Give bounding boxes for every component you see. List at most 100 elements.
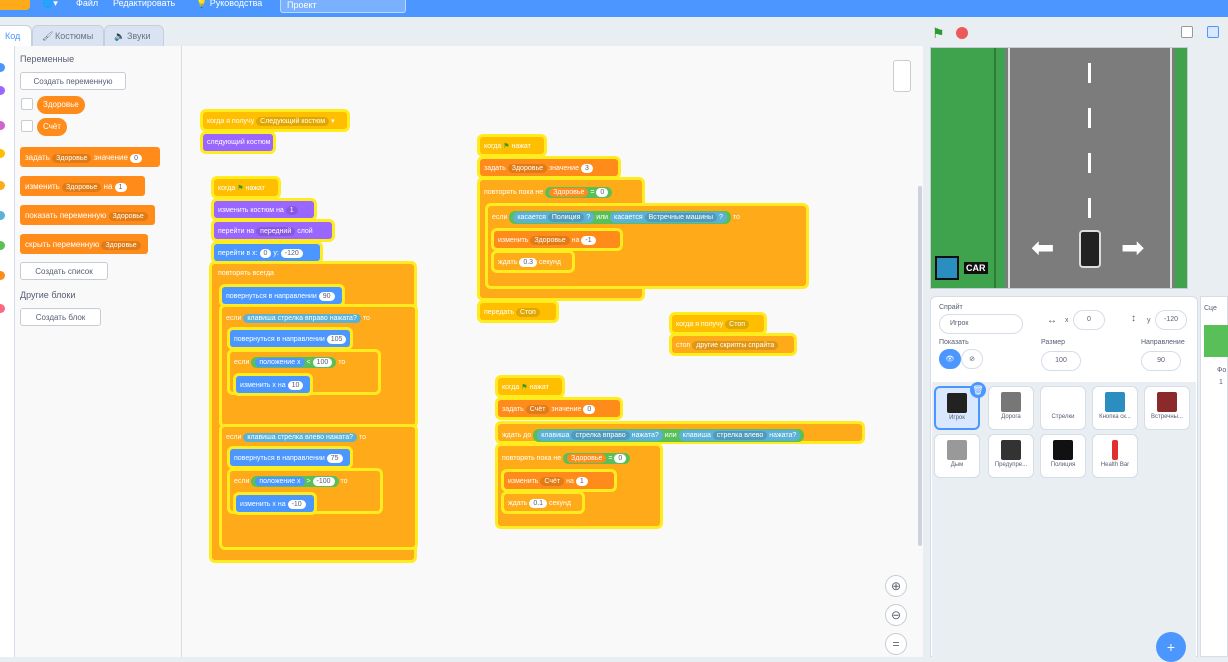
x-input[interactable]: 0 [1073,310,1105,330]
add-sprite-button[interactable]: + [1156,632,1186,662]
hat-when-flag-clicked[interactable]: когда ⚑ нажат [214,179,278,196]
category-my-blocks[interactable] [0,304,5,313]
category-control[interactable] [0,181,5,190]
category-motion[interactable] [0,63,5,72]
category-operators[interactable] [0,241,5,250]
block-set-score[interactable]: задать Счёт значение 0 [498,400,620,417]
car-logo: CAR [964,262,988,274]
lane-dash [1088,63,1091,83]
tab-code[interactable]: Код [0,25,32,47]
block-change-variable[interactable]: изменить Здоровье на 1 [20,176,145,196]
block-go-to-xy[interactable]: перейти в x: 0 y: -120 [214,244,320,261]
var-health-reporter[interactable]: Здоровье [37,96,85,114]
block-stop-other-scripts[interactable]: стоп другие скрипты спрайта [672,336,794,353]
sprite-thumb-smoke[interactable]: Дым [934,434,980,478]
category-sensing[interactable] [0,211,5,220]
block-next-costume[interactable]: следующий костюм [203,134,273,151]
hat-when-flag-clicked-3[interactable]: когда ⚑ нажат [498,378,562,395]
y-input[interactable]: -120 [1155,310,1187,330]
block-change-health[interactable]: изменить Здоровье на -1 [494,231,620,248]
block-set-variable[interactable]: задать Здоровье значение 0 [20,147,160,167]
zoom-out-button[interactable]: ⊖ [885,604,907,626]
category-sound[interactable] [0,121,5,130]
make-variable-button[interactable]: Создать переменную [20,72,126,90]
direction-input[interactable]: 90 [1141,351,1181,371]
var-score-reporter[interactable]: Счёт [37,118,67,136]
sprite-thumb-arrows[interactable]: Стрелки [1040,386,1086,430]
backdrop-thumbnail[interactable] [1204,325,1228,357]
hat-when-receive[interactable]: когда я получу Следующий костюм ▾ [203,112,347,129]
small-stage-icon[interactable] [1181,26,1193,38]
category-looks[interactable] [0,86,5,95]
block-switch-costume[interactable]: изменить костюм на 1 [214,201,314,218]
category-menu [0,46,15,657]
make-block-button[interactable]: Создать блок [20,308,101,326]
block-show-variable[interactable]: показать переменную Здоровье [20,205,155,225]
green-flag-icon[interactable]: ⚑ [932,25,948,41]
stage-label: Сце [1204,305,1217,312]
y-arrows-icon: ↕ [1131,313,1136,324]
block-set-health[interactable]: задать Здоровье значение 3 [480,159,618,176]
block-wait-until[interactable]: ждать до клавиша стрелка вправо нажата? … [498,424,862,442]
globe-icon[interactable]: 🌐▾ [42,0,58,9]
show-hidden-button[interactable]: ⊘ [961,349,983,369]
var-checkbox-score[interactable] [21,120,33,132]
scratch-logo[interactable] [0,0,30,10]
stage-panel: Сце Фо 1 [1200,296,1228,657]
block-wait-01[interactable]: ждать 0.1 секунд [504,494,582,511]
show-label: Показать [939,339,969,346]
block-hide-variable[interactable]: скрыть переменную Здоровье [20,234,148,254]
speaker-icon: 🔈 [114,31,126,41]
zoom-reset-button[interactable]: = [885,633,907,655]
trash-icon[interactable]: 🗑 [970,382,986,398]
menu-tutorials[interactable]: 💡 Руководства [196,0,262,9]
speed-button[interactable] [935,256,959,280]
block-change-score[interactable]: изменить Счёт на 1 [504,472,614,489]
sprite-thumb-oncoming[interactable]: Встречны... [1144,386,1190,430]
block-point-direction-3[interactable]: повернуться в направлении 75 [230,449,350,466]
hat-when-flag-clicked-2[interactable]: когда ⚑ нажат [480,137,544,154]
left-arrow-icon[interactable]: ⬅ [1031,234,1054,262]
block-change-x-2[interactable]: изменить x на -10 [236,495,314,512]
tab-sounds[interactable]: 🔈 Звуки [104,25,164,47]
lane-dash [1088,153,1091,173]
category-events[interactable] [0,149,5,158]
menu-edit[interactable]: Редактировать [113,0,175,8]
show-visible-button[interactable]: 👁 [939,349,961,369]
x-label: x [1065,317,1069,324]
menu-bar: 🌐▾ Файл Редактировать 💡 Руководства Прое… [0,0,1228,17]
large-stage-icon[interactable] [1207,26,1219,38]
tab-costumes[interactable]: 🖌 Костюмы [32,25,104,47]
block-wait-03[interactable]: ждать 0.3 секунд [494,253,572,270]
stop-icon[interactable] [956,27,968,39]
menu-file[interactable]: Файл [76,0,98,8]
block-point-direction-2[interactable]: повернуться в направлении 105 [230,330,350,347]
right-arrow-icon[interactable]: ➡ [1121,234,1144,262]
block-change-x-1[interactable]: изменить x на 10 [236,376,310,393]
stage-canvas[interactable]: ⬅ ➡ CAR [930,47,1188,289]
block-go-to-layer[interactable]: перейти на передний слой [214,222,332,239]
size-input[interactable]: 100 [1041,351,1081,371]
make-list-button[interactable]: Создать список [20,262,108,280]
label-forever: повторять всегда [214,265,288,282]
var-checkbox-health[interactable] [21,98,33,110]
sprite-thumb-warning[interactable]: Предупре... [988,434,1034,478]
block-point-direction-1[interactable]: повернуться в направлении 90 [222,287,342,304]
zoom-in-button[interactable]: ⊕ [885,575,907,597]
project-title-input[interactable]: Проект [280,0,406,13]
sprite-thumb-police[interactable]: Полиция [1040,434,1086,478]
x-arrows-icon: ↔ [1047,315,1057,326]
hat-when-receive-stop[interactable]: когда я получу Стоп [672,315,764,332]
sprite-thumb-road[interactable]: Дорога [988,386,1034,430]
workspace-scrollbar[interactable] [918,186,922,546]
category-variables[interactable] [0,271,5,280]
lane-dash [1088,198,1091,218]
sprite-thumb-speed-button[interactable]: Кнопка ск... [1092,386,1138,430]
player-car [1079,230,1101,268]
y-label: y [1147,317,1151,324]
backdrops-count: 1 [1219,379,1223,386]
block-broadcast-stop[interactable]: передать Стоп [480,303,556,320]
sprite-name-input[interactable]: Игрок [939,314,1023,334]
sprite-thumb-health-bar[interactable]: Health Bar [1092,434,1138,478]
block-palette: Переменные Создать переменную Здоровье С… [15,46,182,657]
